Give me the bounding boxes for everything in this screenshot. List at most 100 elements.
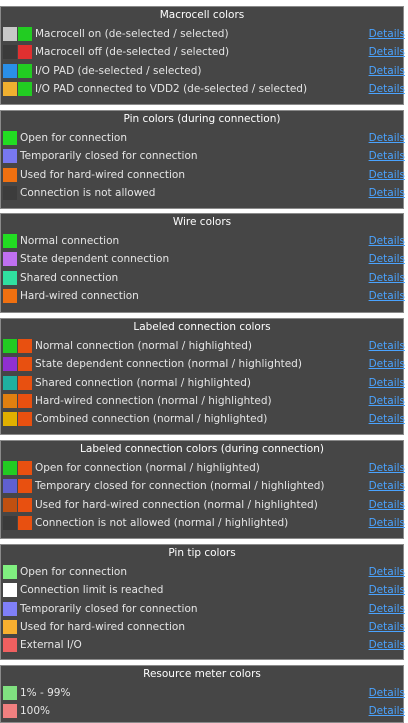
color-label: Combined connection (normal / highlighte… — [35, 413, 268, 426]
wire-colors-section: Wire colors Normal connection Details State… — [0, 213, 405, 313]
color-swatch[interactable] — [3, 289, 17, 304]
color-swatch[interactable] — [18, 461, 32, 476]
section-title: Wire colors — [172, 216, 232, 228]
color-swatch[interactable] — [18, 27, 32, 42]
color-swatch[interactable] — [18, 82, 32, 97]
color-row: 100% Details — [1, 702, 405, 720]
color-swatch[interactable] — [3, 394, 17, 409]
details-link[interactable]: Details — [369, 62, 405, 80]
color-swatch[interactable] — [3, 704, 17, 719]
details-link[interactable]: Details — [369, 250, 405, 268]
color-row: Normal connection (normal / highlighted)… — [1, 337, 405, 355]
details-link[interactable]: Details — [369, 355, 405, 373]
color-swatch[interactable] — [18, 63, 32, 78]
details-link[interactable]: Details — [369, 287, 405, 305]
color-swatch[interactable] — [18, 412, 32, 427]
section-title: Labeled connection colors — [133, 321, 271, 333]
color-swatch[interactable] — [3, 601, 17, 616]
color-swatch[interactable] — [3, 167, 17, 182]
details-link[interactable]: Details — [369, 618, 405, 636]
details-link[interactable]: Details — [369, 147, 405, 165]
color-swatch[interactable] — [3, 461, 17, 476]
color-swatch[interactable] — [3, 45, 17, 60]
color-swatch[interactable] — [3, 620, 17, 635]
details-link[interactable]: Details — [369, 496, 405, 514]
color-swatch[interactable] — [18, 479, 32, 494]
details-link[interactable]: Details — [369, 374, 405, 392]
color-swatch[interactable] — [18, 375, 32, 390]
details-link[interactable]: Details — [369, 600, 405, 618]
section-title: Pin tip colors — [168, 547, 236, 559]
color-swatch[interactable] — [3, 583, 17, 598]
color-row: Temporary closed for connection (normal … — [1, 477, 405, 495]
color-swatch[interactable] — [3, 497, 17, 512]
details-link[interactable]: Details — [369, 459, 405, 477]
details-link[interactable]: Details — [369, 43, 405, 61]
color-swatch[interactable] — [18, 497, 32, 512]
color-swatch[interactable] — [3, 516, 17, 531]
color-row: Open for connection (normal / highlighte… — [1, 459, 405, 477]
color-swatch[interactable] — [18, 394, 32, 409]
color-swatch[interactable] — [3, 375, 17, 390]
color-swatch[interactable] — [3, 131, 17, 146]
details-link[interactable]: Details — [369, 392, 405, 410]
color-swatch[interactable] — [3, 63, 17, 78]
color-row: Combined connection (normal / highlighte… — [1, 410, 405, 428]
color-label: Normal connection — [20, 235, 120, 248]
color-row: Connection is not allowed Details — [1, 184, 405, 202]
color-swatch[interactable] — [3, 270, 17, 285]
color-swatch[interactable] — [3, 638, 17, 653]
details-link[interactable]: Details — [369, 184, 405, 202]
details-link[interactable]: Details — [369, 25, 405, 43]
color-swatch[interactable] — [18, 516, 32, 531]
color-swatch[interactable] — [3, 252, 17, 267]
color-row: I/O PAD connected to VDD2 (de-selected /… — [1, 80, 405, 98]
details-link[interactable]: Details — [369, 477, 405, 495]
details-link[interactable]: Details — [369, 581, 405, 599]
color-swatch[interactable] — [3, 412, 17, 427]
details-link[interactable]: Details — [369, 80, 405, 98]
color-swatch[interactable] — [3, 565, 17, 580]
color-swatch[interactable] — [18, 339, 32, 354]
color-swatch[interactable] — [3, 234, 17, 249]
details-link[interactable]: Details — [369, 166, 405, 184]
color-label: External I/O — [20, 639, 82, 652]
resource-meter-colors-section: Resource meter colors 1% - 99% Details 100%… — [0, 665, 405, 723]
color-swatch[interactable] — [3, 357, 17, 372]
color-label: Macrocell off (de-selected / selected) — [35, 46, 230, 59]
color-label: Connection is not allowed (normal / high… — [35, 517, 289, 530]
color-swatch[interactable] — [3, 186, 17, 201]
details-link[interactable]: Details — [369, 514, 405, 532]
color-row: Open for connection Details — [1, 563, 405, 581]
color-row: Hard-wired connection (normal / highligh… — [1, 392, 405, 410]
color-row: Hard-wired connection Details — [1, 287, 405, 305]
color-swatch[interactable] — [18, 45, 32, 60]
color-label: Normal connection (normal / highlighted) — [35, 340, 253, 353]
color-swatch[interactable] — [3, 149, 17, 164]
color-label: State dependent connection (normal / hig… — [35, 358, 302, 371]
color-row: Shared connection Details — [1, 269, 405, 287]
details-link[interactable]: Details — [369, 636, 405, 654]
color-row: State dependent connection (normal / hig… — [1, 355, 405, 373]
color-label: Used for hard-wired connection — [20, 621, 185, 634]
color-label: Hard-wired connection (normal / highligh… — [35, 395, 272, 408]
color-swatch[interactable] — [3, 339, 17, 354]
details-link[interactable]: Details — [369, 337, 405, 355]
details-link[interactable]: Details — [369, 129, 405, 147]
color-swatch[interactable] — [3, 27, 17, 42]
color-label: Shared connection (normal / highlighted) — [35, 376, 251, 389]
color-swatch[interactable] — [3, 686, 17, 701]
labeled-connection-colors-section: Labeled connection colors Normal connecti… — [0, 318, 405, 435]
section-title: Macrocell colors — [159, 9, 245, 21]
color-swatch[interactable] — [18, 357, 32, 372]
details-link[interactable]: Details — [369, 684, 405, 702]
details-link[interactable]: Details — [369, 269, 405, 287]
color-swatch[interactable] — [3, 479, 17, 494]
color-label: Shared connection — [20, 271, 119, 284]
details-link[interactable]: Details — [369, 702, 405, 720]
details-link[interactable]: Details — [369, 410, 405, 428]
details-link[interactable]: Details — [369, 563, 405, 581]
details-link[interactable]: Details — [369, 232, 405, 250]
color-row: Connection limit is reached Details — [1, 581, 405, 599]
color-swatch[interactable] — [3, 82, 17, 97]
